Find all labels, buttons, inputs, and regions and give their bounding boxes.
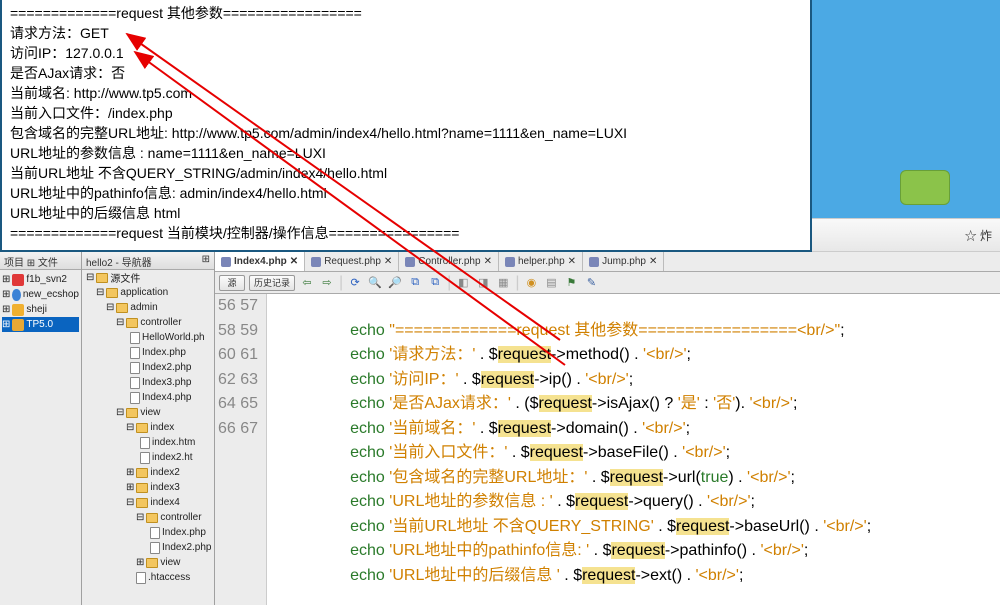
project-panel: 项目 ⊞ 文件 ⊞f1b_svn2 ⊞new_ecshop ⊞sheji ⊞TP… bbox=[0, 252, 82, 605]
php-icon bbox=[505, 257, 515, 267]
file-icon bbox=[140, 437, 150, 449]
editor-toolbar: 源 历史记录 ⇦ ⇨ | ⟳ 🔍 🔎 ⧉ ⧉ | ◧ ◨ ▦ | ◉ ▤ ⚑ ✎ bbox=[215, 272, 1000, 294]
folder-icon bbox=[96, 273, 108, 283]
nav-fwd-icon[interactable]: ⇨ bbox=[319, 275, 335, 291]
editor-tabs: Index4.php✕ Request.php✕ Controller.php✕… bbox=[215, 252, 1000, 272]
file-icon bbox=[130, 392, 140, 404]
tab-jump[interactable]: Jump.php✕ bbox=[583, 252, 664, 271]
close-icon[interactable]: ✕ bbox=[484, 256, 492, 267]
output-line: URL地址中的pathinfo信息: admin/index4/hello.ht… bbox=[10, 183, 802, 203]
php-icon bbox=[221, 257, 231, 267]
file-icon bbox=[130, 362, 140, 374]
file-icon bbox=[130, 332, 140, 344]
output-line: 请求方法：GET bbox=[10, 23, 802, 43]
browser-output-pane: =============request 其他参数===============… bbox=[0, 0, 812, 252]
tool-icon[interactable]: ◧ bbox=[455, 275, 471, 291]
folder-icon bbox=[116, 303, 128, 313]
folder-icon bbox=[146, 558, 158, 568]
folder-icon bbox=[146, 513, 158, 523]
folder-icon bbox=[136, 483, 148, 493]
output-line: 访问IP：127.0.0.1 bbox=[10, 43, 802, 63]
file-icon bbox=[136, 572, 146, 584]
output-line: URL地址中的后缀信息 html bbox=[10, 203, 802, 223]
address-bar-fragment: ☆ 炸 bbox=[812, 218, 1000, 252]
ide-window: 项目 ⊞ 文件 ⊞f1b_svn2 ⊞new_ecshop ⊞sheji ⊞TP… bbox=[0, 252, 1000, 605]
file-icon bbox=[150, 527, 160, 539]
close-icon[interactable]: ✕ bbox=[649, 256, 657, 267]
output-line: 当前域名: http://www.tp5.com bbox=[10, 83, 802, 103]
source-button[interactable]: 源 bbox=[219, 275, 245, 291]
folder-icon bbox=[136, 498, 148, 508]
addr-star-icon: ☆ 炸 bbox=[965, 229, 992, 243]
zoom-in-icon[interactable]: 🔎 bbox=[387, 275, 403, 291]
folder-icon bbox=[136, 468, 148, 478]
nav-back-icon[interactable]: ⇦ bbox=[299, 275, 315, 291]
zoom-out-icon[interactable]: 🔍 bbox=[367, 275, 383, 291]
refresh-icon[interactable]: ⟳ bbox=[347, 275, 363, 291]
file-icon bbox=[130, 377, 140, 389]
navigator-header[interactable]: hello2 - 导航器 ⊞ bbox=[82, 252, 214, 270]
close-icon[interactable]: ✕ bbox=[384, 256, 392, 267]
output-line: =============request 其他参数===============… bbox=[10, 3, 802, 23]
mark-icon[interactable]: ⚑ bbox=[563, 275, 579, 291]
file-icon bbox=[150, 542, 160, 554]
line-gutter: 56 57 58 59 60 61 62 63 64 65 66 67 bbox=[215, 294, 267, 605]
output-line: URL地址的参数信息 : name=1111&en_name=LUXI bbox=[10, 143, 802, 163]
tab-request[interactable]: Request.php✕ bbox=[305, 252, 399, 271]
close-icon[interactable]: ✕ bbox=[568, 256, 576, 267]
editor-area: Index4.php✕ Request.php✕ Controller.php✕… bbox=[215, 252, 1000, 605]
php-icon bbox=[589, 257, 599, 267]
project-header[interactable]: 项目 ⊞ 文件 bbox=[0, 252, 81, 270]
tool-icon[interactable]: ▦ bbox=[495, 275, 511, 291]
folder-icon bbox=[136, 423, 148, 433]
code-lines[interactable]: echo "=============request 其他参数=========… bbox=[267, 294, 1000, 605]
history-button[interactable]: 历史记录 bbox=[249, 275, 295, 291]
collapse-icon[interactable]: ⊞ bbox=[202, 254, 210, 267]
file-icon bbox=[130, 347, 140, 359]
settings-icon[interactable]: ▤ bbox=[543, 275, 559, 291]
folder-icon bbox=[126, 408, 138, 418]
tab-helper[interactable]: helper.php✕ bbox=[499, 252, 583, 271]
navigator-panel: hello2 - 导航器 ⊞ ⊟源文件 ⊟application ⊟admin … bbox=[82, 252, 215, 605]
folder-icon bbox=[126, 318, 138, 328]
navigator-tree[interactable]: ⊟源文件 ⊟application ⊟admin ⊟controller Hel… bbox=[82, 270, 214, 605]
desktop-icon bbox=[900, 170, 950, 205]
output-line: 包含域名的完整URL地址: http://www.tp5.com/admin/i… bbox=[10, 123, 802, 143]
project-tree[interactable]: ⊞f1b_svn2 ⊞new_ecshop ⊞sheji ⊞TP5.0 bbox=[0, 270, 81, 334]
php-icon bbox=[311, 257, 321, 267]
code-editor[interactable]: 56 57 58 59 60 61 62 63 64 65 66 67 echo… bbox=[215, 294, 1000, 605]
project-icon bbox=[12, 274, 24, 286]
php-icon bbox=[405, 257, 415, 267]
comment-icon[interactable]: ✎ bbox=[583, 275, 599, 291]
file-icon bbox=[140, 452, 150, 464]
output-line: 是否AJax请求：否 bbox=[10, 63, 802, 83]
project-icon bbox=[12, 319, 24, 331]
indent-icon[interactable]: ⧉ bbox=[407, 275, 423, 291]
close-icon[interactable]: ✕ bbox=[290, 256, 298, 267]
project-icon bbox=[12, 304, 24, 316]
outdent-icon[interactable]: ⧉ bbox=[427, 275, 443, 291]
output-line: 当前URL地址 不含QUERY_STRING/admin/index4/hell… bbox=[10, 163, 802, 183]
tab-controller[interactable]: Controller.php✕ bbox=[399, 252, 499, 271]
folder-icon bbox=[106, 288, 118, 298]
run-icon[interactable]: ◉ bbox=[523, 275, 539, 291]
tool-icon[interactable]: ◨ bbox=[475, 275, 491, 291]
output-line: =============request 当前模块/控制器/操作信息======… bbox=[10, 223, 802, 243]
output-line: 当前入口文件：/index.php bbox=[10, 103, 802, 123]
tab-index4[interactable]: Index4.php✕ bbox=[215, 252, 305, 271]
project-icon bbox=[12, 289, 20, 301]
